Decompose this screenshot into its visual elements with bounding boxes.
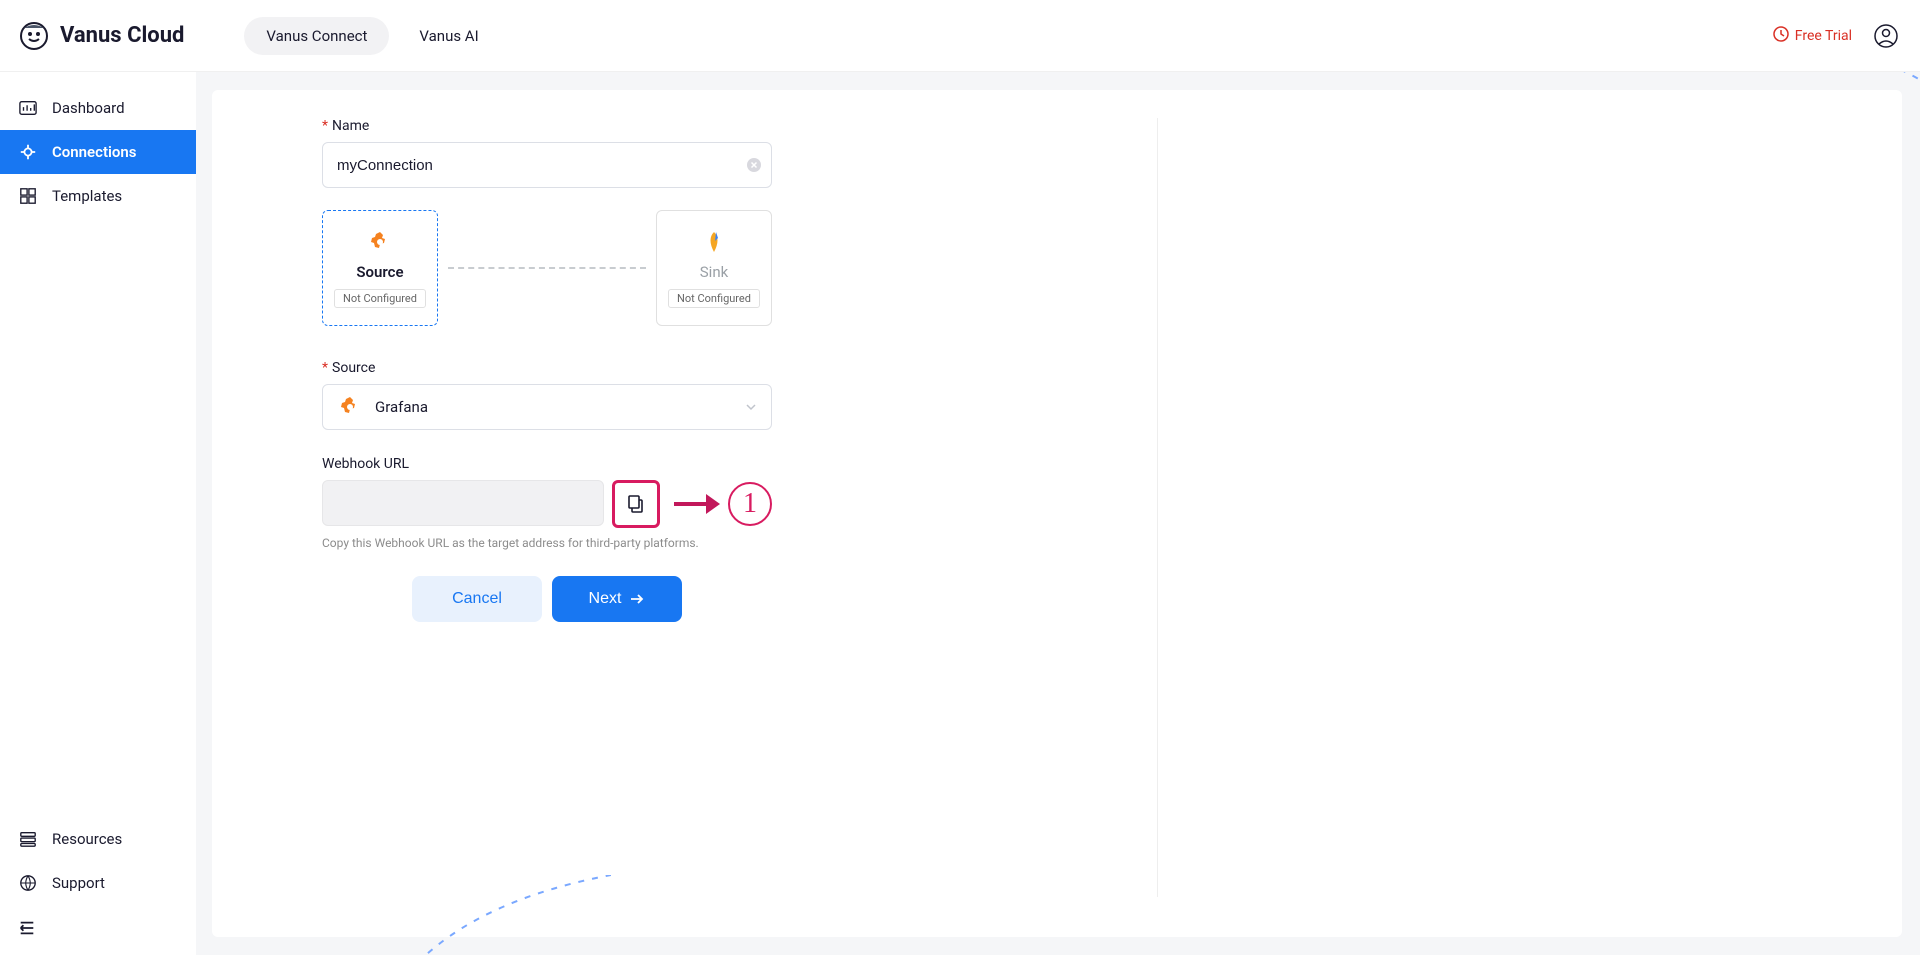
source-select[interactable]: Grafana: [322, 384, 772, 430]
webhook-hint: Copy this Webhook URL as the target addr…: [322, 536, 1157, 550]
tab-vanus-connect[interactable]: Vanus Connect: [244, 17, 389, 55]
header-right: Free Trial: [1773, 22, 1900, 50]
free-trial-indicator[interactable]: Free Trial: [1773, 26, 1852, 46]
user-icon: [1874, 24, 1898, 48]
free-trial-label: Free Trial: [1795, 28, 1852, 44]
brand-icon: [20, 22, 48, 50]
clock-icon: [1773, 26, 1789, 46]
sink-node-title: Sink: [700, 263, 728, 281]
webhook-url-field[interactable]: [322, 480, 604, 526]
sink-icon: [701, 229, 727, 255]
grafana-icon: [337, 394, 363, 420]
annotation-marker: 1: [728, 482, 772, 526]
sidebar-item-label: Support: [52, 874, 105, 892]
copy-icon: [626, 494, 646, 514]
user-avatar-button[interactable]: [1872, 22, 1900, 50]
arrow-right-icon: [629, 591, 645, 607]
sidebar-item-label: Dashboard: [52, 99, 125, 117]
cancel-button[interactable]: Cancel: [412, 576, 542, 622]
sink-node-card[interactable]: Sink Not Configured: [656, 210, 772, 326]
main-content: *Name Source: [196, 72, 1920, 955]
copy-webhook-button[interactable]: [612, 480, 660, 528]
sidebar-item-support[interactable]: Support: [0, 861, 196, 905]
source-select-label: *Source: [322, 360, 1157, 376]
sidebar-item-connections[interactable]: Connections: [0, 130, 196, 174]
sidebar-item-label: Templates: [52, 187, 122, 205]
sidebar-item-label: Resources: [52, 830, 122, 848]
sidebar-collapse-button[interactable]: [0, 905, 196, 955]
source-node-card[interactable]: Source Not Configured: [322, 210, 438, 326]
connections-icon: [18, 142, 38, 162]
sidebar-item-dashboard[interactable]: Dashboard: [0, 86, 196, 130]
sidebar-item-label: Connections: [52, 143, 136, 161]
sink-node-badge: Not Configured: [668, 289, 760, 308]
logo-area: Vanus Cloud: [20, 22, 184, 50]
sidebar-item-templates[interactable]: Templates: [0, 174, 196, 218]
chevron-down-icon: [745, 398, 757, 417]
next-button-label: Next: [589, 590, 622, 608]
tab-vanus-ai[interactable]: Vanus AI: [397, 17, 500, 55]
clear-name-button[interactable]: [746, 157, 762, 173]
dashboard-icon: [18, 98, 38, 118]
sidebar: Dashboard Connections Templates: [0, 72, 196, 955]
nav-tabs: Vanus Connect Vanus AI: [244, 17, 500, 55]
name-input[interactable]: [322, 142, 772, 188]
header: Vanus Cloud Vanus Connect Vanus AI Free …: [0, 0, 1920, 72]
source-node-badge: Not Configured: [334, 289, 426, 308]
flow-line: [448, 267, 646, 269]
form-card: *Name Source: [212, 90, 1902, 937]
sidebar-item-resources[interactable]: Resources: [0, 817, 196, 861]
flow-row: Source Not Configured Sink Not Configure…: [322, 210, 772, 326]
templates-icon: [18, 186, 38, 206]
close-circle-icon: [746, 157, 762, 173]
arrow-right-icon: [672, 489, 724, 519]
brand-name: Vanus Cloud: [60, 23, 184, 48]
next-button[interactable]: Next: [552, 576, 682, 622]
grafana-icon: [367, 229, 393, 255]
source-select-value: Grafana: [375, 398, 733, 416]
collapse-icon: [18, 919, 36, 937]
webhook-label: Webhook URL: [322, 456, 1157, 472]
resources-icon: [18, 829, 38, 849]
name-label: *Name: [322, 118, 1157, 134]
button-row: Cancel Next: [322, 576, 772, 622]
source-node-title: Source: [356, 263, 403, 281]
annotation-arrow: 1: [672, 482, 772, 526]
support-icon: [18, 873, 38, 893]
